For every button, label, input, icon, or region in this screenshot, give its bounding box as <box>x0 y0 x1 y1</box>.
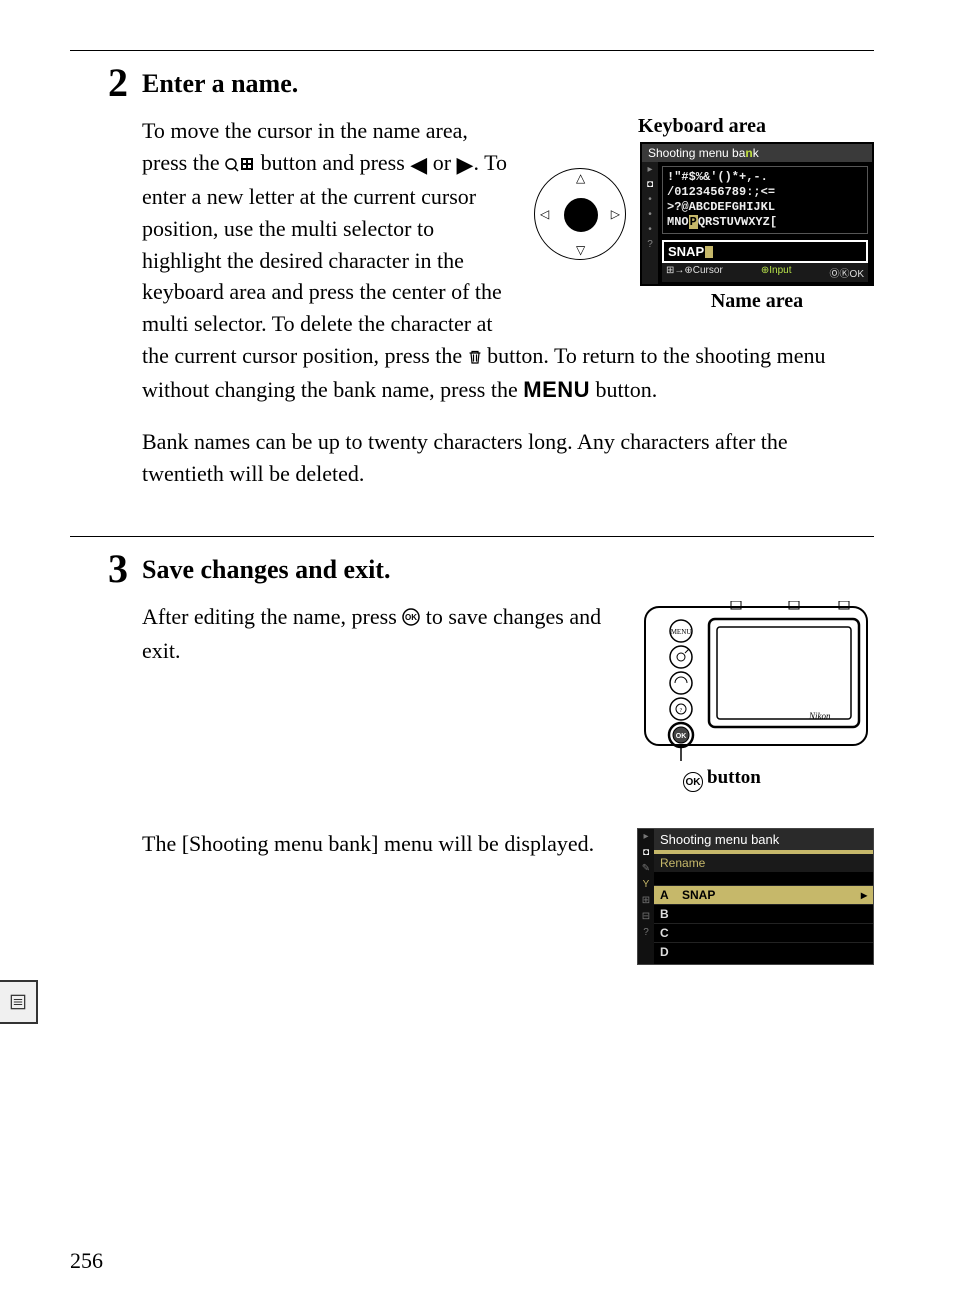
step-2-number: 2 <box>70 63 142 510</box>
step-3-number: 3 <box>70 549 142 974</box>
svg-text:MENU: MENU <box>671 628 692 636</box>
page-number: 256 <box>70 1248 103 1274</box>
bank-row-D: D <box>654 942 873 961</box>
svg-text:OK: OK <box>405 613 417 622</box>
svg-text:OK: OK <box>676 733 687 740</box>
rule-mid <box>70 536 874 537</box>
ok-circle-icon: OK <box>402 603 420 635</box>
step-2-figure: Keyboard area △ ▽ ◁ ▷ Shooting me <box>530 115 874 313</box>
step-2-title: Enter a name. <box>142 69 874 99</box>
bank-row-A: ASNAP▸ <box>654 885 873 904</box>
keyboard-char-grid: !"#$%&'()*+,-. /0123456789:;<= >?@ABCDEF… <box>662 166 868 234</box>
keyboard-area-label: Keyboard area <box>530 115 874 138</box>
name-input-box: SNAP <box>662 240 868 263</box>
keyboard-screen: Shooting menu bank ▸◘•••? !"#$%&'()*+,-. <box>640 142 874 286</box>
bank-menu-figure: ▸◘✎Y⊞⊟? Shooting menu bank Rename ASNAP▸… <box>637 828 874 965</box>
rule-top <box>70 50 874 51</box>
left-triangle-icon: ◀ <box>410 149 427 181</box>
bank-menu-title: Shooting menu bank <box>654 829 873 854</box>
trash-icon <box>468 342 482 374</box>
name-area-label: Name area <box>640 290 874 313</box>
zoom-out-thumbnail-icon <box>225 149 255 181</box>
menu-button-label: MENU <box>523 377 590 402</box>
camera-back-figure: Nikon MENU ? OK <box>639 601 874 793</box>
side-tab-icon <box>0 980 38 1024</box>
bank-row-B: B <box>654 904 873 923</box>
right-triangle-icon: ▶ <box>457 149 474 181</box>
svg-text:?: ? <box>680 708 683 714</box>
ok-button-caption: OKbutton <box>639 767 874 793</box>
step-3-title: Save changes and exit. <box>142 555 874 585</box>
bank-menu-subtitle: Rename <box>654 854 873 872</box>
screen-sidebar-icons: ▸◘•••? <box>642 162 658 284</box>
bank-row-C: C <box>654 923 873 942</box>
multi-selector-diagram: △ ▽ ◁ ▷ <box>530 164 630 264</box>
svg-text:Nikon: Nikon <box>808 711 831 721</box>
bank-sidebar-icons: ▸◘✎Y⊞⊟? <box>638 829 654 964</box>
